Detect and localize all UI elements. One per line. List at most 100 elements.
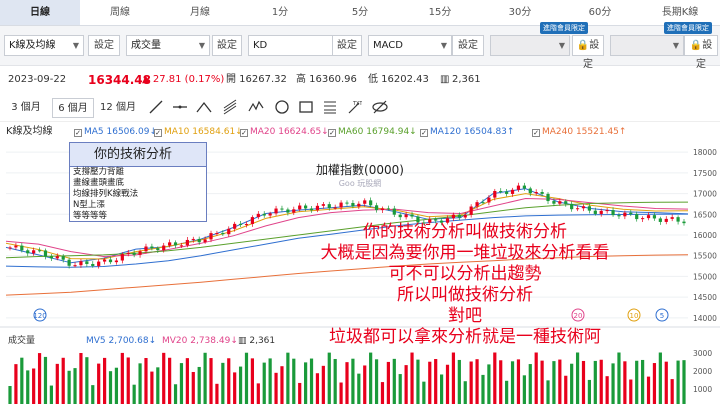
volume-bar <box>8 386 12 404</box>
overlay-line-2: 可不可以分析出趨勢 <box>388 264 542 284</box>
volume-bar <box>611 363 615 404</box>
locked-setting-button-1[interactable]: 🔒設定 <box>572 35 604 70</box>
overlay-line-4: 對吧 <box>448 306 482 326</box>
candle-body <box>570 203 574 210</box>
macd-setting-button[interactable]: 設定 <box>452 35 484 56</box>
locked-setting-button-2[interactable]: 🔒設定 <box>684 35 718 70</box>
ma-item-text: MA20 16624.65↓ <box>250 127 329 137</box>
trendline-tool-icon[interactable] <box>148 99 164 115</box>
quote-open: 開 16267.32 <box>226 74 287 85</box>
volume-tick-label: 2000 <box>693 367 712 376</box>
volume-setting-button[interactable]: 設定 <box>212 35 242 56</box>
quote-change: ▲ 27.81 (0.17%) <box>142 74 225 85</box>
volume-select[interactable]: 成交量 ▼ <box>126 35 210 56</box>
tab-2[interactable]: 月線 <box>160 0 240 25</box>
text-tool-icon[interactable]: TXT <box>346 99 362 115</box>
dropdown-item-4[interactable]: 等等等等 <box>70 211 206 222</box>
candle-body <box>522 185 526 189</box>
range-3m-button[interactable]: 3 個月 <box>6 98 46 118</box>
ma-item-2[interactable]: ✓ MA20 16624.65↓ <box>240 122 329 142</box>
y-tick-label: 14000 <box>693 314 717 323</box>
candle-body <box>516 185 521 190</box>
candle-body <box>611 210 615 216</box>
overlay-line-3: 所以叫做技術分析 <box>397 285 533 305</box>
volume-bar <box>363 365 367 404</box>
circle-tool-icon[interactable] <box>274 99 290 115</box>
kline-setting-button[interactable]: 設定 <box>88 35 120 56</box>
volume-bar <box>274 372 278 404</box>
watermark: Goo 玩股網 <box>339 178 382 188</box>
volume-bar <box>434 359 438 404</box>
parallel-channel-tool-icon[interactable] <box>222 99 238 115</box>
dropdown-item-1[interactable]: 畫線畫頭畫底 <box>70 178 206 189</box>
volume-bar <box>540 360 544 404</box>
volume-bar <box>91 385 95 404</box>
volume-bar <box>250 358 255 404</box>
volume-bar <box>623 361 627 404</box>
candle-body <box>73 265 77 267</box>
volume-bar <box>676 360 680 404</box>
overlay-line-1: 大概是因為要你用一堆垃圾來分析看看 <box>320 243 610 263</box>
ma-item-1[interactable]: ✓ MA10 16584.61↓ <box>154 122 243 142</box>
tab-1[interactable]: 周線 <box>80 0 160 25</box>
checkbox-icon[interactable]: ✓ <box>74 129 82 137</box>
analysis-dropdown[interactable]: 你的技術分析 支撐壓力背離 畫線畫頭畫底 均線排列K線戰法 N型上漲 等等等等 <box>69 142 207 222</box>
volume-bar <box>510 361 515 404</box>
checkbox-icon[interactable]: ✓ <box>240 129 248 137</box>
angle-tool-icon[interactable] <box>196 99 212 115</box>
quote-bar: 2023-09-22 16344.48 ▲ 27.81 (0.17%) 開 16… <box>0 66 720 94</box>
locked-select-1[interactable]: ▼ <box>490 35 570 56</box>
volume-bar <box>617 352 621 404</box>
volume-bar <box>238 366 243 404</box>
dropdown-header[interactable]: 你的技術分析 <box>70 143 206 167</box>
fibonacci-tool-icon[interactable] <box>322 99 338 115</box>
volume-bar <box>664 361 668 404</box>
hide-drawings-icon[interactable] <box>372 99 388 115</box>
volume-bar <box>309 358 314 404</box>
range-6m-button[interactable]: 6 個月 <box>52 98 94 118</box>
volume-tick-label: 3000 <box>693 349 712 358</box>
candle-body <box>91 263 95 266</box>
tab-4[interactable]: 5分 <box>320 0 400 25</box>
kd-setting-button[interactable]: 設定 <box>332 35 362 56</box>
volume-bar <box>280 366 284 404</box>
locked-select-2[interactable]: ▼ <box>610 35 684 56</box>
dropdown-item-0[interactable]: 支撐壓力背離 <box>70 167 206 178</box>
candle-body <box>499 190 503 192</box>
rectangle-tool-icon[interactable] <box>298 99 314 115</box>
candle-body <box>552 201 556 204</box>
ma-item-0[interactable]: ✓ MA5 16506.09↓ <box>74 122 157 142</box>
tab-0[interactable]: 日線 <box>0 0 80 25</box>
wave-tool-icon[interactable] <box>248 99 264 115</box>
candle-body <box>227 228 231 235</box>
ma-item-3[interactable]: ✓ MA60 16794.94↓ <box>328 122 417 142</box>
volume-bar <box>558 359 562 404</box>
ma-item-4[interactable]: ✓ MA120 16504.83↑ <box>420 122 514 142</box>
macd-select[interactable]: MACD ▼ <box>368 35 452 56</box>
range-12m-button[interactable]: 12 個月 <box>96 98 140 118</box>
kline-select[interactable]: K線及均線 ▼ <box>4 35 84 56</box>
horizontal-line-tool-icon[interactable] <box>172 99 188 115</box>
dropdown-item-3[interactable]: N型上漲 <box>70 200 206 211</box>
checkbox-icon[interactable]: ✓ <box>154 129 162 137</box>
volume-bar <box>150 371 154 404</box>
volume-bar <box>173 384 178 404</box>
candle-body <box>268 213 272 216</box>
tab-5[interactable]: 15分 <box>400 0 480 25</box>
volume-bar <box>445 364 450 404</box>
overlay-line-5: 垃圾都可以拿來分析就是一種技術阿 <box>329 327 601 347</box>
checkbox-icon[interactable]: ✓ <box>328 129 336 137</box>
candle-body <box>593 210 597 214</box>
ma-item-text: MA5 16506.09↓ <box>84 127 157 137</box>
ma-item-5[interactable]: ✓ MA240 15521.45↑ <box>532 122 626 142</box>
candle-body <box>215 233 219 235</box>
checkbox-icon[interactable]: ✓ <box>420 129 428 137</box>
candle-body <box>132 252 136 255</box>
candle-body <box>575 208 580 210</box>
tab-3[interactable]: 1分 <box>240 0 320 25</box>
y-tick-label: 16500 <box>693 210 717 219</box>
dropdown-item-2[interactable]: 均線排列K線戰法 <box>70 189 206 200</box>
checkbox-icon[interactable]: ✓ <box>532 129 540 137</box>
volume-bar <box>179 363 184 404</box>
volume-bar <box>416 359 420 404</box>
